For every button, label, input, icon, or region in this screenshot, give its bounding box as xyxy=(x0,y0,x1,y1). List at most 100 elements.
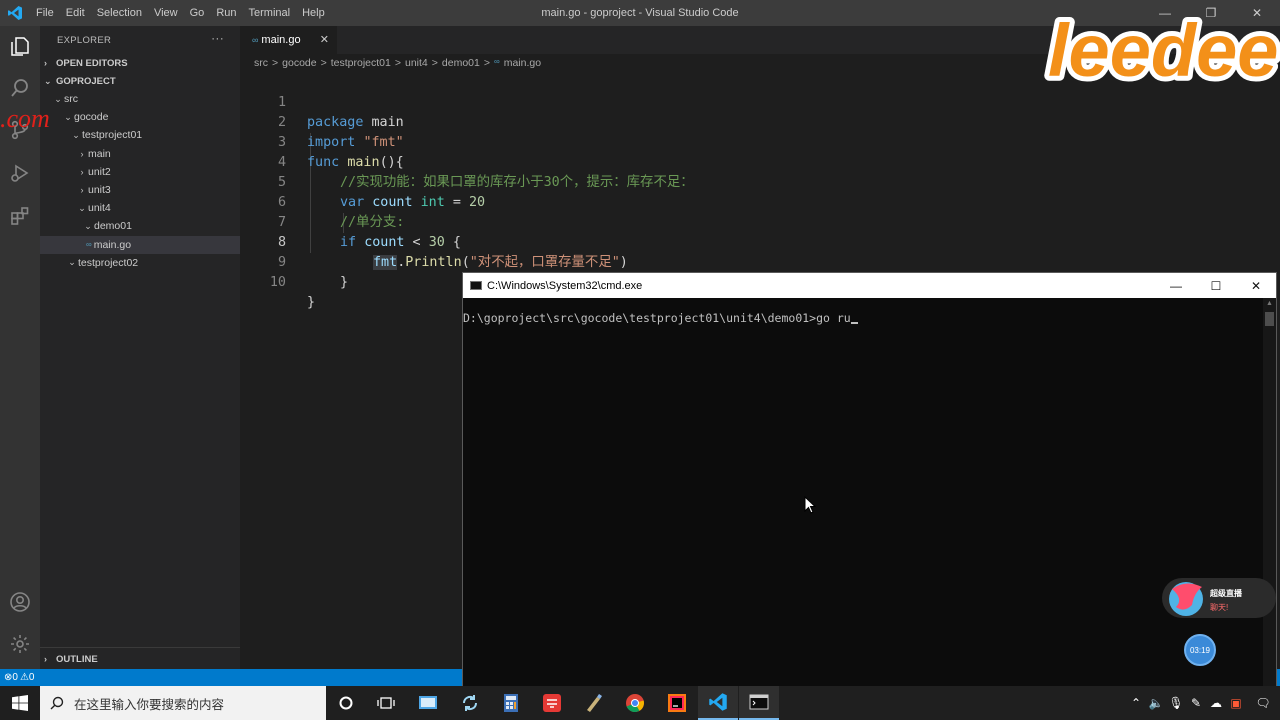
minimize-icon[interactable]: — xyxy=(1156,273,1196,298)
code-line: 8 fmt.Println("对不起，口罩存量不足") xyxy=(240,213,1280,270)
breadcrumb-item[interactable]: demo01 xyxy=(442,57,480,69)
menu-run[interactable]: Run xyxy=(210,0,242,26)
vscode-taskbar-icon[interactable] xyxy=(698,686,738,720)
tree-folder-main[interactable]: › main xyxy=(40,145,240,163)
mouse-cursor-icon xyxy=(804,496,816,514)
jetbrains-app-icon[interactable] xyxy=(657,686,697,720)
tree-file-main-go[interactable]: ∞ main.go xyxy=(40,235,240,254)
settings-gear-icon[interactable] xyxy=(8,632,32,656)
windows-start-icon[interactable] xyxy=(0,686,40,720)
taskbar-search-box[interactable]: 在这里输入你要搜索的内容 xyxy=(40,686,326,720)
live-chat-widget[interactable]: 超级直播 聊天! xyxy=(1162,578,1276,618)
code-line: 2 import "fmt" xyxy=(240,93,1280,150)
menu-file[interactable]: File xyxy=(30,0,60,26)
account-icon[interactable] xyxy=(8,590,32,614)
tree-folder-unit4[interactable]: ⌄ unit4 xyxy=(40,199,240,217)
chevron-down-icon: ⌄ xyxy=(78,202,86,213)
error-count: 0 xyxy=(12,672,18,683)
cmd-prompt: D:\goproject\src\gocode\testproject01\un… xyxy=(463,311,817,325)
pen-icon[interactable]: ✎ xyxy=(1186,696,1206,710)
task-view-icon[interactable] xyxy=(366,686,406,720)
problems-status[interactable]: ⊗ 0 ⚠ 0 xyxy=(4,672,34,683)
tree-folder-testproject01[interactable]: ⌄ testproject01 xyxy=(40,126,240,144)
outline-section[interactable]: › OUTLINE xyxy=(40,647,240,669)
tree-label: testproject02 xyxy=(78,256,139,269)
recording-timer: 03:19 xyxy=(1184,634,1216,666)
tree-folder-demo01[interactable]: ⌄ demo01 xyxy=(40,217,240,235)
breadcrumb-item[interactable]: gocode xyxy=(282,57,316,69)
more-actions-icon[interactable]: ··· xyxy=(211,31,224,45)
chevron-right-icon: › xyxy=(44,654,47,664)
search-icon[interactable] xyxy=(8,76,32,100)
volume-icon[interactable]: 🔈 xyxy=(1146,696,1166,710)
open-editors-section[interactable]: › OPEN EDITORS xyxy=(40,54,240,72)
chrome-icon[interactable] xyxy=(615,686,655,720)
extensions-icon[interactable] xyxy=(8,204,32,228)
menu-edit[interactable]: Edit xyxy=(60,0,91,26)
maximize-icon[interactable]: ☐ xyxy=(1196,273,1236,298)
scroll-up-icon[interactable]: ▲ xyxy=(1266,300,1273,307)
tree-folder-unit3[interactable]: › unit3 xyxy=(40,181,240,199)
breadcrumb-item[interactable]: main.go xyxy=(504,57,541,69)
tree-label: demo01 xyxy=(94,220,132,233)
open-editors-label: OPEN EDITORS xyxy=(56,57,128,69)
tree-label: gocode xyxy=(74,111,109,124)
chevron-down-icon: ⌄ xyxy=(72,129,80,140)
cmd-taskbar-icon[interactable] xyxy=(739,686,779,720)
menu-help[interactable]: Help xyxy=(296,0,331,26)
tree-label: unit2 xyxy=(88,165,111,178)
code-editor[interactable]: 1 package main 2 import "fmt" 3 func mai… xyxy=(240,73,1280,310)
tray-chevron-up-icon[interactable]: ⌃ xyxy=(1126,696,1146,710)
tree-folder-src[interactable]: ⌄ src xyxy=(40,90,240,108)
sync-app-icon[interactable] xyxy=(450,686,490,720)
red-tray-app-icon[interactable]: ▣ xyxy=(1226,696,1246,710)
code-line: 4 //实现功能：如果口罩的库存小于30个，提示：库存不足： xyxy=(240,133,1280,190)
screen-tool-app-icon[interactable] xyxy=(408,686,448,720)
search-icon xyxy=(50,696,64,710)
breadcrumb-item[interactable]: testproject01 xyxy=(331,57,391,69)
tree-label: src xyxy=(64,93,78,106)
breadcrumb-item[interactable]: unit4 xyxy=(405,57,428,69)
cmd-title-bar[interactable]: C:\Windows\System32\cmd.exe — ☐ ✕ xyxy=(463,273,1276,298)
run-debug-icon[interactable] xyxy=(8,161,32,185)
vscode-logo-icon xyxy=(0,0,30,26)
microphone-icon[interactable]: 🎙 xyxy=(1166,696,1186,710)
chevron-right-icon: › xyxy=(80,185,84,196)
project-label: GOPROJECT xyxy=(56,75,116,87)
cmd-scrollbar[interactable]: ▲ xyxy=(1263,298,1276,687)
cmd-window[interactable]: C:\Windows\System32\cmd.exe — ☐ ✕ D:\gop… xyxy=(462,272,1277,688)
tree-folder-unit2[interactable]: › unit2 xyxy=(40,163,240,181)
breadcrumb-separator: > xyxy=(394,57,401,69)
tree-folder-testproject02[interactable]: ⌄ testproject02 xyxy=(40,254,240,272)
chevron-right-icon: › xyxy=(44,58,47,68)
cmd-input[interactable]: go ru xyxy=(816,311,851,325)
chevron-right-icon: › xyxy=(80,166,84,177)
live-title: 超级直播 xyxy=(1210,589,1242,598)
notification-icon[interactable]: 🗨 xyxy=(1246,696,1280,710)
close-icon[interactable]: ✕ xyxy=(1236,273,1276,298)
close-tab-icon[interactable]: ✕ xyxy=(320,33,329,46)
explorer-files-icon[interactable] xyxy=(8,34,32,58)
cortana-icon[interactable] xyxy=(326,686,366,720)
go-file-icon: ∞ xyxy=(86,240,92,250)
tab-label: main.go xyxy=(261,34,301,46)
explorer-title: EXPLORER xyxy=(57,34,112,46)
calculator-icon[interactable] xyxy=(491,686,531,720)
menu-go[interactable]: Go xyxy=(184,0,211,26)
menu-view[interactable]: View xyxy=(148,0,184,26)
tree-label: unit4 xyxy=(88,202,111,215)
project-section[interactable]: ⌄ GOPROJECT xyxy=(40,72,240,90)
tree-folder-gocode[interactable]: ⌄ gocode xyxy=(40,108,240,126)
warning-icon: ⚠ xyxy=(19,672,29,683)
paint-tool-icon[interactable] xyxy=(574,686,614,720)
tree-label: main xyxy=(88,147,111,160)
tab-main-go[interactable]: ∞ main.go ✕ xyxy=(240,26,337,54)
cmd-console[interactable]: D:\goproject\src\gocode\testproject01\un… xyxy=(463,298,1263,687)
menu-selection[interactable]: Selection xyxy=(91,0,148,26)
breadcrumb-item[interactable]: src xyxy=(254,57,268,69)
red-app-icon[interactable] xyxy=(532,686,572,720)
breadcrumb-separator: > xyxy=(320,57,327,69)
scroll-thumb[interactable] xyxy=(1265,312,1274,326)
menu-terminal[interactable]: Terminal xyxy=(243,0,297,26)
cloud-icon[interactable]: ☁ xyxy=(1206,696,1226,710)
